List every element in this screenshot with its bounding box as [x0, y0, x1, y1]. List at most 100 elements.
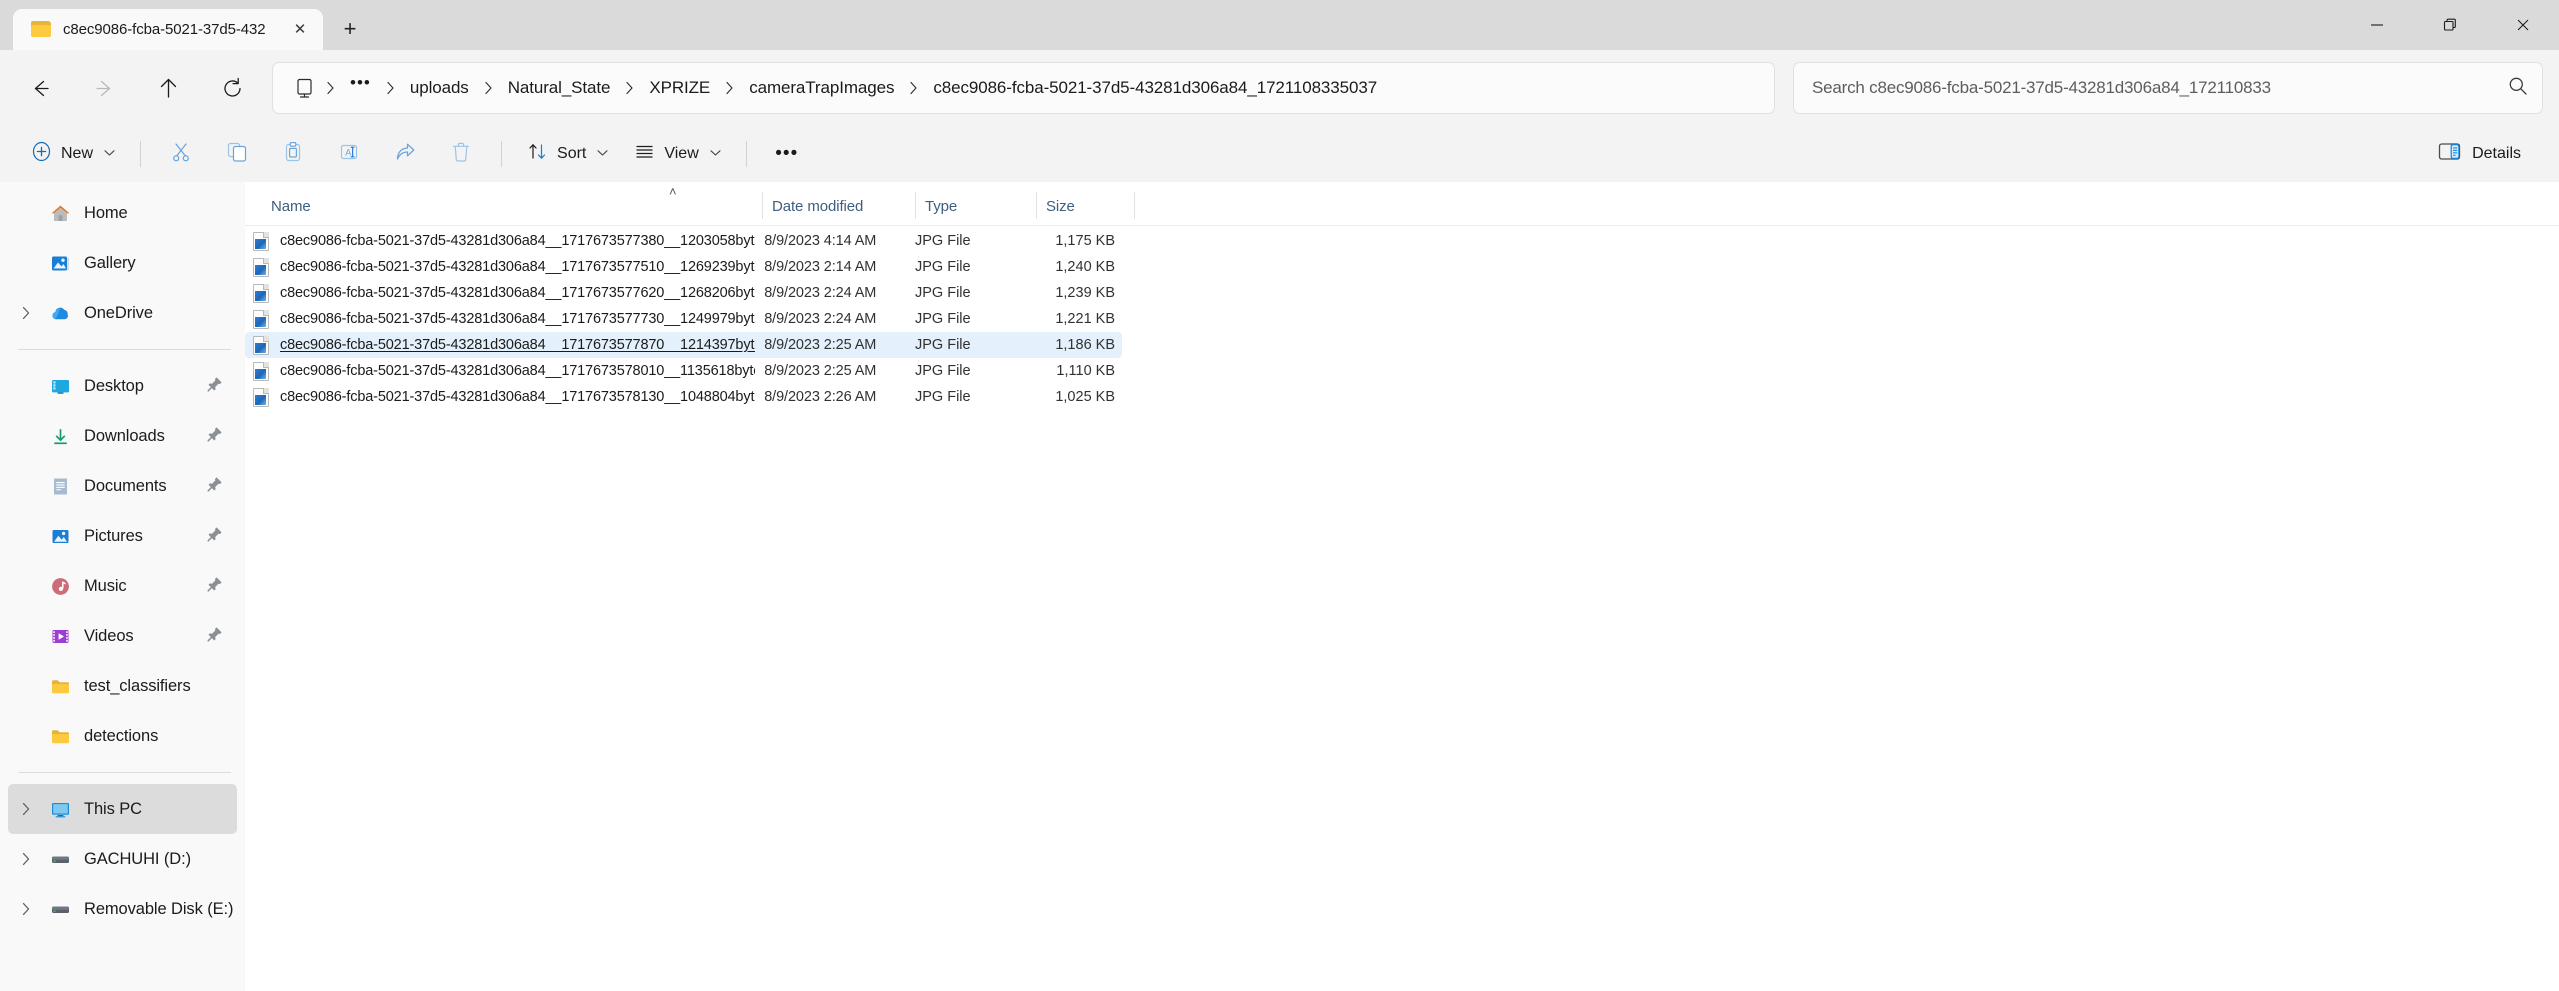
gallery-icon: [44, 253, 76, 274]
column-header-type[interactable]: Type: [916, 182, 1037, 225]
table-row[interactable]: c8ec9086-fcba-5021-37d5-43281d306a84__17…: [245, 332, 1122, 358]
sidebar-item-desktop[interactable]: Desktop: [8, 361, 237, 411]
breadcrumb-item-uploads[interactable]: uploads: [401, 73, 478, 103]
table-row[interactable]: c8ec9086-fcba-5021-37d5-43281d306a84__17…: [245, 306, 1122, 332]
sidebar-item-music[interactable]: Music: [8, 561, 237, 611]
view-list-icon: [634, 141, 655, 167]
search-box[interactable]: [1793, 62, 2543, 114]
new-button[interactable]: New: [18, 133, 128, 175]
delete-button[interactable]: [433, 133, 489, 175]
breadcrumb-item-cameratrapimages[interactable]: cameraTrapImages: [740, 73, 903, 103]
file-name: c8ec9086-fcba-5021-37d5-43281d306a84__17…: [280, 389, 755, 405]
plus-circle-icon: [31, 141, 52, 167]
breadcrumb-item-xprize[interactable]: XPRIZE: [640, 73, 719, 103]
forward-button: [72, 62, 136, 114]
table-row[interactable]: c8ec9086-fcba-5021-37d5-43281d306a84__17…: [245, 384, 1122, 410]
pin-icon[interactable]: [207, 476, 223, 497]
view-button[interactable]: View: [621, 133, 733, 175]
navigation-pane[interactable]: Home Gallery OneDrive Desktop Downloads Docum…: [0, 182, 245, 991]
pin-icon[interactable]: [207, 626, 223, 647]
sidebar-item-home[interactable]: Home: [8, 188, 237, 238]
tab-folder[interactable]: c8ec9086-fcba-5021-37d5-432 ✕: [13, 9, 323, 50]
breadcrumb-item-natural-state[interactable]: Natural_State: [499, 73, 620, 103]
table-row[interactable]: c8ec9086-fcba-5021-37d5-43281d306a84__17…: [245, 280, 1122, 306]
sort-button[interactable]: Sort: [514, 133, 621, 175]
more-options-button[interactable]: •••: [759, 133, 815, 175]
file-name-cell[interactable]: c8ec9086-fcba-5021-37d5-43281d306a84__17…: [245, 387, 755, 407]
breadcrumb: uploads Natural_State XPRIZE cameraTrapI…: [401, 73, 1386, 103]
refresh-button[interactable]: [200, 62, 264, 114]
sidebar-item-this-pc[interactable]: This PC: [8, 784, 237, 834]
breadcrumb-separator-icon: [719, 81, 740, 95]
sidebar-item-label: Desktop: [84, 376, 144, 395]
chevron-right-icon[interactable]: [8, 852, 44, 866]
table-row[interactable]: c8ec9086-fcba-5021-37d5-43281d306a84__17…: [245, 254, 1122, 280]
command-bar: New A Sort View ••• Details: [0, 126, 2559, 182]
column-header-name[interactable]: Name: [245, 182, 763, 225]
sidebar-item-gachuhi-d[interactable]: GACHUHI (D:): [8, 834, 237, 884]
copy-button[interactable]: [209, 133, 265, 175]
music-icon: [44, 576, 76, 597]
home-icon: [44, 203, 76, 224]
share-button[interactable]: [377, 133, 433, 175]
column-header-size-label: Size: [1046, 198, 1075, 215]
maximize-button[interactable]: [2413, 0, 2486, 50]
sidebar-item-videos[interactable]: Videos: [8, 611, 237, 661]
breadcrumb-item-current-folder[interactable]: c8ec9086-fcba-5021-37d5-43281d306a84_172…: [924, 73, 1386, 103]
sidebar-item-removable-disk-e[interactable]: Removable Disk (E:): [8, 884, 237, 934]
address-bar[interactable]: ••• uploads Natural_State XPRIZE cameraT…: [272, 62, 1775, 114]
pin-icon[interactable]: [207, 426, 223, 447]
close-tab-icon[interactable]: ✕: [287, 17, 313, 43]
sidebar-item-gallery[interactable]: Gallery: [8, 238, 237, 288]
sidebar-item-label: GACHUHI (D:): [84, 849, 191, 868]
table-row[interactable]: c8ec9086-fcba-5021-37d5-43281d306a84__17…: [245, 358, 1122, 384]
paste-button[interactable]: [265, 133, 321, 175]
chevron-right-icon[interactable]: [8, 306, 44, 320]
rename-button[interactable]: A: [321, 133, 377, 175]
table-row[interactable]: c8ec9086-fcba-5021-37d5-43281d306a84__17…: [245, 228, 1122, 254]
details-pane-button[interactable]: Details: [2424, 133, 2535, 175]
clipboard-icon: [282, 141, 304, 168]
pin-icon[interactable]: [207, 526, 223, 547]
file-name-cell[interactable]: c8ec9086-fcba-5021-37d5-43281d306a84__17…: [245, 283, 755, 303]
drive-icon: [44, 899, 76, 920]
sidebar-item-test-classifiers[interactable]: test_classifiers: [8, 661, 237, 711]
file-type: JPG File: [914, 285, 971, 301]
sidebar-item-detections[interactable]: detections: [8, 711, 237, 761]
chevron-right-icon[interactable]: [8, 902, 44, 916]
new-tab-button[interactable]: +: [329, 10, 371, 48]
pin-icon[interactable]: [207, 576, 223, 597]
cut-button[interactable]: [153, 133, 209, 175]
pin-icon[interactable]: [207, 376, 223, 397]
file-name-cell[interactable]: c8ec9086-fcba-5021-37d5-43281d306a84__17…: [245, 361, 755, 381]
sidebar-item-pictures[interactable]: Pictures: [8, 511, 237, 561]
sidebar-item-documents[interactable]: Documents: [8, 461, 237, 511]
share-icon: [394, 141, 416, 168]
file-date-modified: 8/9/2023 2:25 AM: [764, 337, 877, 353]
file-date-modified: 8/9/2023 2:14 AM: [764, 259, 877, 275]
file-type: JPG File: [914, 337, 971, 353]
breadcrumb-overflow-button[interactable]: •••: [341, 74, 380, 98]
file-name: c8ec9086-fcba-5021-37d5-43281d306a84__17…: [280, 233, 755, 249]
sidebar-item-downloads[interactable]: Downloads: [8, 411, 237, 461]
column-header-size[interactable]: Size: [1037, 182, 1135, 225]
close-window-button[interactable]: [2486, 0, 2559, 50]
file-name-cell[interactable]: c8ec9086-fcba-5021-37d5-43281d306a84__17…: [245, 335, 755, 355]
search-input[interactable]: [1812, 78, 2498, 98]
sidebar-item-label: This PC: [84, 799, 142, 818]
sidebar-item-onedrive[interactable]: OneDrive: [8, 288, 237, 338]
file-list-pane[interactable]: ˄ Name Date modified Type Size c8ec9086-…: [245, 182, 2559, 991]
file-name-cell[interactable]: c8ec9086-fcba-5021-37d5-43281d306a84__17…: [245, 257, 755, 277]
column-header-date-modified[interactable]: Date modified: [763, 182, 916, 225]
up-button[interactable]: [136, 62, 200, 114]
back-button[interactable]: [8, 62, 72, 114]
search-icon[interactable]: [2508, 76, 2528, 101]
this-pc-crumb-icon[interactable]: [287, 78, 320, 99]
chevron-right-icon[interactable]: [8, 802, 44, 816]
file-name: c8ec9086-fcba-5021-37d5-43281d306a84__17…: [280, 285, 755, 301]
file-name-cell[interactable]: c8ec9086-fcba-5021-37d5-43281d306a84__17…: [245, 309, 755, 329]
jpg-file-icon: [253, 335, 269, 355]
file-rows: c8ec9086-fcba-5021-37d5-43281d306a84__17…: [245, 226, 2559, 410]
file-name-cell[interactable]: c8ec9086-fcba-5021-37d5-43281d306a84__17…: [245, 231, 755, 251]
minimize-button[interactable]: [2340, 0, 2413, 50]
